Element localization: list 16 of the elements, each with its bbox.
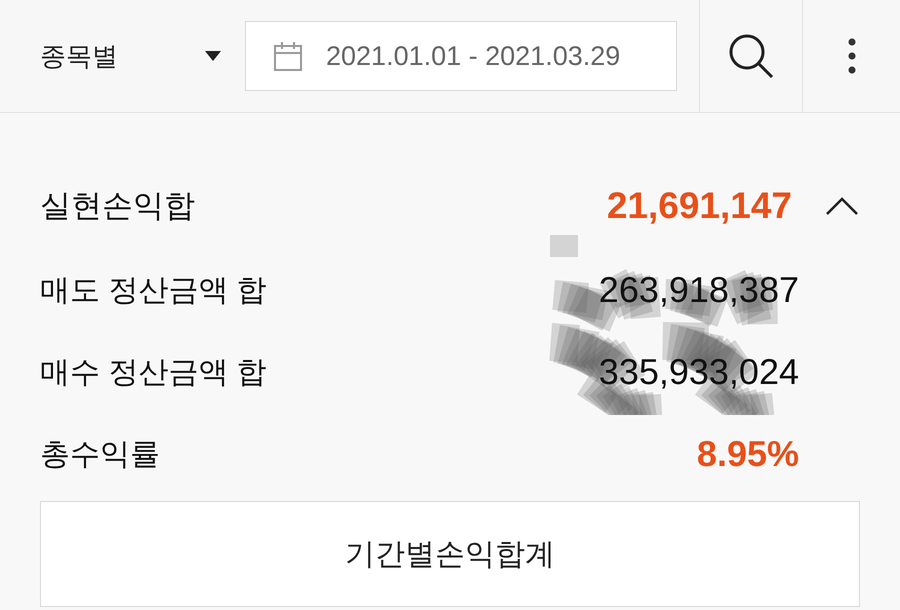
caret-icon bbox=[205, 51, 221, 61]
row-label: 매도 정산금액 합 bbox=[40, 272, 267, 308]
chevron-up-icon bbox=[826, 197, 858, 215]
calendar-icon bbox=[274, 41, 302, 71]
more-icon bbox=[848, 38, 856, 74]
summary-value: 21,691,147 bbox=[606, 184, 792, 228]
row-value: 335,933,024 bbox=[598, 350, 799, 394]
filter-dropdown[interactable]: 종목별 bbox=[0, 0, 245, 112]
row-label: 총수익률 bbox=[40, 436, 160, 472]
period-summary-button[interactable]: 기간별손익합계 bbox=[40, 501, 860, 607]
row-label: 매수 정산금액 합 bbox=[40, 354, 267, 390]
summary-title: 실현손익합 bbox=[40, 186, 195, 225]
search-icon bbox=[728, 33, 774, 79]
row-value: 263,918,387 bbox=[598, 268, 799, 312]
date-range-field[interactable]: 2021.01.01 - 2021.03.29 bbox=[245, 21, 677, 91]
row-value: 8.95% bbox=[696, 432, 799, 476]
